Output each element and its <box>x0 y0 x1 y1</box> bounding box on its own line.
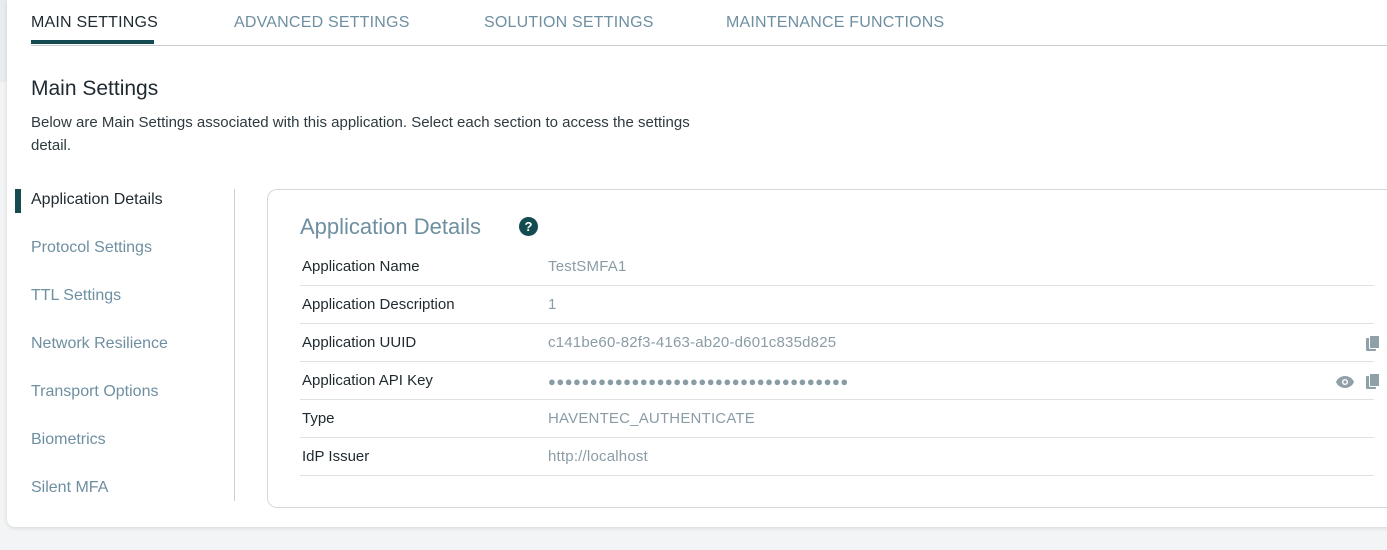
sidebar-item-protocol-settings[interactable]: Protocol Settings <box>31 239 152 257</box>
left-edge-strip <box>0 0 7 82</box>
tab-solution-settings[interactable]: SOLUTION SETTINGS <box>484 14 654 32</box>
row-label: Type <box>302 410 335 427</box>
detail-row-application-name: Application Name TestSMFA1 <box>300 248 1374 286</box>
row-label: Application UUID <box>302 334 417 351</box>
sidebar-item-ttl-settings[interactable]: TTL Settings <box>31 287 121 305</box>
sidebar-item-transport-options[interactable]: Transport Options <box>31 383 158 401</box>
settings-tabs: MAIN SETTINGS ADVANCED SETTINGS SOLUTION… <box>31 0 1387 46</box>
page-title: Main Settings <box>31 77 159 100</box>
copy-icon[interactable] <box>1366 373 1380 395</box>
side-nav-divider <box>234 189 235 501</box>
tab-maintenance-functions[interactable]: MAINTENANCE FUNCTIONS <box>726 14 944 32</box>
sidebar-item-application-details[interactable]: Application Details <box>31 191 163 209</box>
eye-icon[interactable] <box>1336 375 1354 393</box>
row-label: IdP Issuer <box>302 448 370 465</box>
sidebar-item-network-resilience[interactable]: Network Resilience <box>31 335 168 353</box>
sidebar-item-biometrics[interactable]: Biometrics <box>31 431 106 449</box>
row-label: Application Description <box>302 296 455 313</box>
panel-title: Application Details <box>300 214 481 239</box>
detail-row-application-api-key: Application API Key ●●●●●●●●●●●●●●●●●●●●… <box>300 362 1380 400</box>
application-details-panel: Application Details ? Application Name T… <box>267 189 1387 508</box>
detail-row-application-description: Application Description 1 <box>300 286 1374 324</box>
detail-row-type: Type HAVENTEC_AUTHENTICATE <box>300 400 1374 438</box>
settings-card: MAIN SETTINGS ADVANCED SETTINGS SOLUTION… <box>7 0 1387 527</box>
detail-row-application-uuid: Application UUID c141be60-82f3-4163-ab20… <box>300 324 1380 362</box>
row-value: http://localhost <box>548 448 648 465</box>
row-value-masked: ●●●●●●●●●●●●●●●●●●●●●●●●●●●●●●●●●●●● <box>548 374 849 389</box>
row-value: 1 <box>548 296 557 313</box>
row-label: Application API Key <box>302 372 433 389</box>
row-value: TestSMFA1 <box>548 258 627 275</box>
active-tab-indicator <box>31 40 154 44</box>
sidebar-item-silent-mfa[interactable]: Silent MFA <box>31 479 108 497</box>
copy-icon[interactable] <box>1366 335 1380 357</box>
page-description: Below are Main Settings associated with … <box>31 114 690 154</box>
side-nav-active-indicator <box>15 189 21 213</box>
tab-advanced-settings[interactable]: ADVANCED SETTINGS <box>234 14 410 32</box>
row-value: c141be60-82f3-4163-ab20-d601c835d825 <box>548 334 837 351</box>
help-icon[interactable]: ? <box>519 217 538 236</box>
row-label: Application Name <box>302 258 420 275</box>
row-value: HAVENTEC_AUTHENTICATE <box>548 410 756 427</box>
tab-main-settings[interactable]: MAIN SETTINGS <box>31 14 158 32</box>
detail-row-idp-issuer: IdP Issuer http://localhost <box>300 438 1374 476</box>
